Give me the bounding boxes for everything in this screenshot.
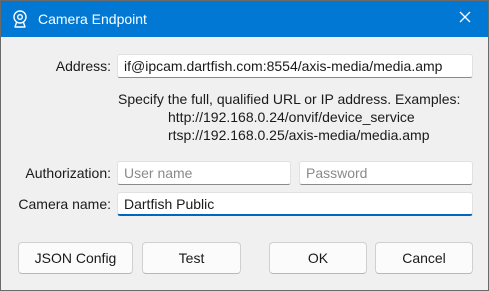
- window-title: Camera Endpoint: [38, 11, 147, 27]
- test-button[interactable]: Test: [142, 242, 241, 274]
- username-input[interactable]: [117, 161, 291, 185]
- close-icon: [459, 10, 471, 28]
- title-bar: Camera Endpoint: [1, 1, 488, 37]
- ok-button[interactable]: OK: [269, 242, 367, 274]
- camera-endpoint-dialog: Camera Endpoint Address: Specify the ful…: [0, 0, 489, 291]
- password-input[interactable]: [299, 161, 473, 185]
- camera-name-input[interactable]: [117, 192, 473, 216]
- address-label: Address:: [55, 58, 111, 74]
- cancel-button[interactable]: Cancel: [375, 242, 473, 274]
- camera-name-label: Camera name:: [18, 196, 111, 212]
- address-example-rtsp: rtsp://192.168.0.25/axis-media/media.amp: [168, 127, 430, 143]
- webcam-icon: [12, 10, 28, 28]
- address-hint-text: Specify the full, qualified URL or IP ad…: [118, 91, 461, 107]
- close-button[interactable]: [442, 1, 488, 37]
- address-example-onvif: http://192.168.0.24/onvif/device_service: [168, 109, 415, 125]
- authorization-label: Authorization:: [25, 165, 111, 181]
- json-config-button[interactable]: JSON Config: [18, 242, 133, 274]
- address-input[interactable]: [117, 54, 473, 78]
